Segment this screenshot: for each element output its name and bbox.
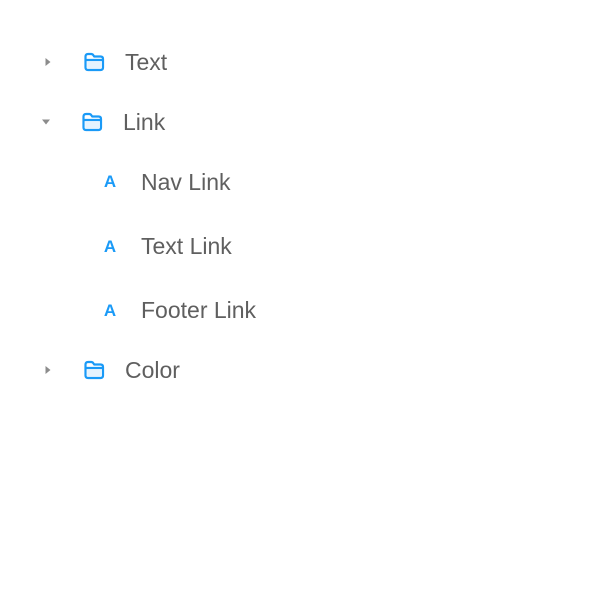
folder-icon (82, 358, 106, 382)
tree-item-label: Nav Link (141, 169, 231, 195)
caret-right-icon[interactable] (41, 55, 55, 69)
tree-item-footer-link[interactable]: A Footer Link (0, 288, 614, 332)
text-style-icon: A (103, 301, 117, 320)
tree-item-label: Text Link (141, 233, 232, 259)
text-style-icon: A (103, 237, 117, 256)
tree-group-color[interactable]: Color (0, 348, 614, 392)
tree-group-label: Text (125, 49, 168, 75)
folder-icon (80, 110, 104, 134)
text-style-icon: A (103, 172, 117, 191)
tree-group-label: Color (125, 357, 180, 383)
folder-icon (82, 50, 106, 74)
tree-item-label: Footer Link (141, 297, 257, 323)
tree-group-text[interactable]: Text (0, 40, 614, 84)
style-tree: Text Link A Nav Link A Text Link A Foote… (0, 0, 614, 604)
tree-group-link[interactable]: Link (0, 100, 614, 144)
caret-right-icon[interactable] (41, 363, 55, 377)
tree-group-label: Link (123, 109, 166, 135)
tree-item-text-link[interactable]: A Text Link (0, 224, 614, 268)
caret-down-icon[interactable] (39, 115, 53, 129)
tree-item-nav-link[interactable]: A Nav Link (0, 160, 614, 204)
